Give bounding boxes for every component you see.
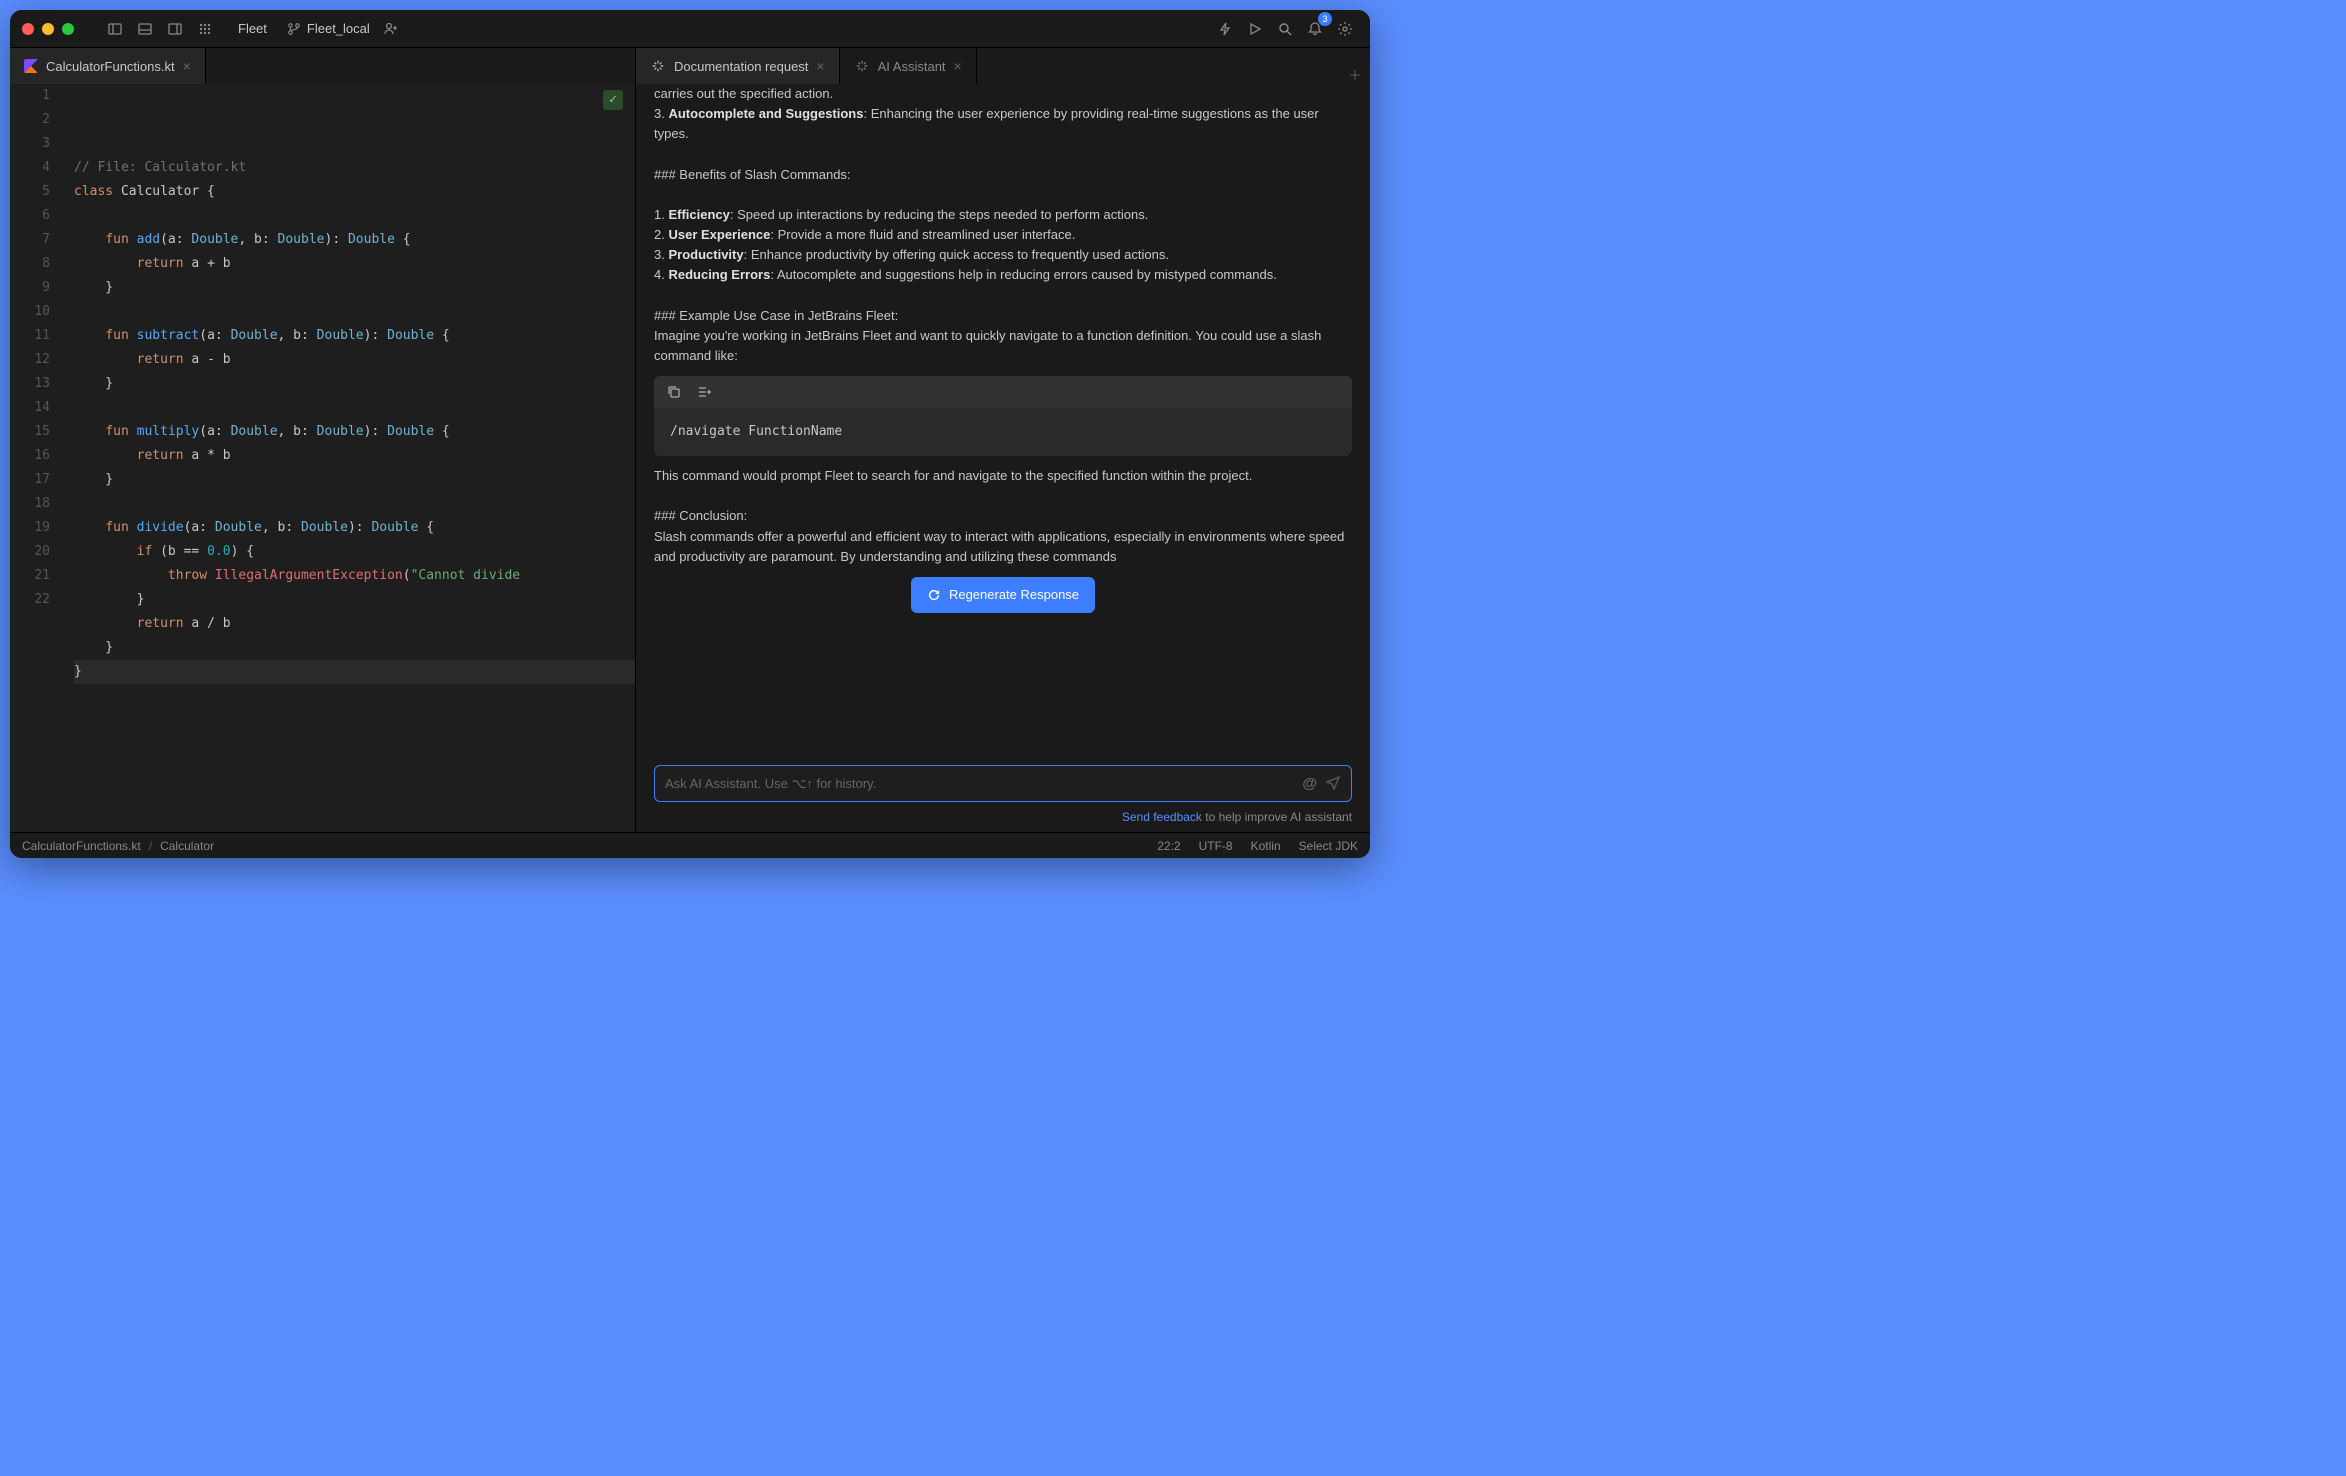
branch-selector[interactable]: Fleet_local <box>287 21 370 36</box>
regenerate-button[interactable]: Regenerate Response <box>911 577 1095 613</box>
code-line[interactable]: fun multiply(a: Double, b: Double): Doub… <box>74 420 635 444</box>
encoding[interactable]: UTF-8 <box>1199 839 1233 853</box>
ai-response-content: carries out the specified action. 3. Aut… <box>636 84 1370 757</box>
panels-bottom-icon[interactable] <box>132 16 158 42</box>
close-tab-icon[interactable]: × <box>816 58 824 74</box>
code-line[interactable]: if (b == 0.0) { <box>74 540 635 564</box>
add-collaborator-icon[interactable] <box>378 16 404 42</box>
code-line[interactable] <box>74 300 635 324</box>
ai-text: carries out the specified action. <box>654 86 833 101</box>
code-line[interactable]: return a / b <box>74 612 635 636</box>
ai-heading: ### Example Use Case in JetBrains Fleet: <box>654 306 1352 326</box>
traffic-lights <box>22 23 74 35</box>
close-window-button[interactable] <box>22 23 34 35</box>
code-line[interactable]: } <box>74 372 635 396</box>
code-line[interactable]: } <box>74 636 635 660</box>
line-gutter: 12345678910111213141516171819202122 <box>10 84 66 832</box>
inspection-ok-icon[interactable]: ✓ <box>603 90 623 110</box>
notification-badge: 3 <box>1318 12 1332 26</box>
close-tab-icon[interactable]: × <box>954 58 962 74</box>
code-line[interactable]: fun subtract(a: Double, b: Double): Doub… <box>74 324 635 348</box>
close-tab-icon[interactable]: × <box>183 58 191 74</box>
code-line[interactable]: throw IllegalArgumentException("Cannot d… <box>74 564 635 588</box>
apps-grid-icon[interactable] <box>192 16 218 42</box>
refresh-icon <box>927 588 941 602</box>
ai-tab[interactable]: AI Assistant× <box>840 48 977 84</box>
panels-left-icon[interactable] <box>102 16 128 42</box>
code-line[interactable]: return a * b <box>74 444 635 468</box>
minimize-window-button[interactable] <box>42 23 54 35</box>
app-name[interactable]: Fleet <box>238 21 267 36</box>
new-ai-tab-icon[interactable]: ＋ <box>1340 65 1370 84</box>
code-line[interactable]: fun add(a: Double, b: Double): Double { <box>74 228 635 252</box>
kotlin-file-icon <box>24 59 38 73</box>
tab-label: CalculatorFunctions.kt <box>46 59 175 74</box>
branch-icon <box>287 22 301 36</box>
ai-tab[interactable]: Documentation request× <box>636 48 840 84</box>
main-content: CalculatorFunctions.kt × 123456789101112… <box>10 48 1370 832</box>
editor-pane: CalculatorFunctions.kt × 123456789101112… <box>10 48 636 832</box>
code-line[interactable]: fun divide(a: Double, b: Double): Double… <box>74 516 635 540</box>
statusbar: CalculatorFunctions.kt / Calculator 22:2… <box>10 832 1370 858</box>
code-line[interactable]: } <box>74 468 635 492</box>
regenerate-label: Regenerate Response <box>949 585 1079 605</box>
editor-tabs: CalculatorFunctions.kt × <box>10 48 635 84</box>
feedback-line: Send feedback to help improve AI assista… <box>636 810 1370 832</box>
search-icon[interactable] <box>1272 16 1298 42</box>
insert-code-icon[interactable] <box>694 382 714 402</box>
titlebar: Fleet Fleet_local 3 <box>10 10 1370 48</box>
breadcrumb-sep: / <box>149 839 152 853</box>
jdk-selector[interactable]: Select JDK <box>1299 839 1358 853</box>
language[interactable]: Kotlin <box>1251 839 1281 853</box>
send-icon[interactable] <box>1325 774 1341 793</box>
ai-text: Slash commands offer a powerful and effi… <box>654 527 1352 567</box>
code-line[interactable]: } <box>74 660 635 684</box>
ai-heading: ### Conclusion: <box>654 506 1352 526</box>
notifications-icon[interactable]: 3 <box>1302 16 1328 42</box>
code-line[interactable]: } <box>74 276 635 300</box>
code-line[interactable]: // File: Calculator.kt <box>74 156 635 180</box>
panels-right-icon[interactable] <box>162 16 188 42</box>
code-area[interactable]: ✓ // File: Calculator.kt class Calculato… <box>66 84 635 832</box>
app-window: Fleet Fleet_local 3 CalculatorFunctions.… <box>10 10 1370 858</box>
code-example: /navigate FunctionName <box>654 376 1352 456</box>
send-feedback-link[interactable]: Send feedback <box>1122 810 1202 824</box>
branch-name: Fleet_local <box>307 21 370 36</box>
ai-heading: ### Benefits of Slash Commands: <box>654 165 1352 185</box>
code-line[interactable]: return a - b <box>74 348 635 372</box>
bolt-icon[interactable] <box>1212 16 1238 42</box>
code-text: /navigate FunctionName <box>654 408 1352 456</box>
code-editor[interactable]: 12345678910111213141516171819202122 ✓ //… <box>10 84 635 832</box>
mention-icon[interactable]: @ <box>1302 775 1317 792</box>
code-line[interactable] <box>74 492 635 516</box>
code-line[interactable]: class Calculator { <box>74 180 635 204</box>
ai-input[interactable]: @ <box>654 765 1352 802</box>
ai-text: This command would prompt Fleet to searc… <box>654 466 1352 486</box>
ai-tabs: Documentation request×AI Assistant× ＋ <box>636 48 1370 84</box>
gear-icon[interactable] <box>1332 16 1358 42</box>
code-line[interactable] <box>74 204 635 228</box>
cursor-position[interactable]: 22:2 <box>1157 839 1180 853</box>
copy-code-icon[interactable] <box>664 382 684 402</box>
ai-spark-icon <box>650 58 666 74</box>
code-line[interactable]: } <box>74 588 635 612</box>
ai-pane: Documentation request×AI Assistant× ＋ car… <box>636 48 1370 832</box>
code-line[interactable] <box>74 396 635 420</box>
code-line[interactable]: return a + b <box>74 252 635 276</box>
ai-text: Imagine you're working in JetBrains Flee… <box>654 326 1352 366</box>
tab-calculator-functions[interactable]: CalculatorFunctions.kt × <box>10 48 206 84</box>
breadcrumb-file[interactable]: CalculatorFunctions.kt <box>22 839 141 853</box>
maximize-window-button[interactable] <box>62 23 74 35</box>
ai-spark-icon <box>854 58 870 74</box>
ai-input-field[interactable] <box>665 776 1294 791</box>
breadcrumb-class[interactable]: Calculator <box>160 839 214 853</box>
run-icon[interactable] <box>1242 16 1268 42</box>
